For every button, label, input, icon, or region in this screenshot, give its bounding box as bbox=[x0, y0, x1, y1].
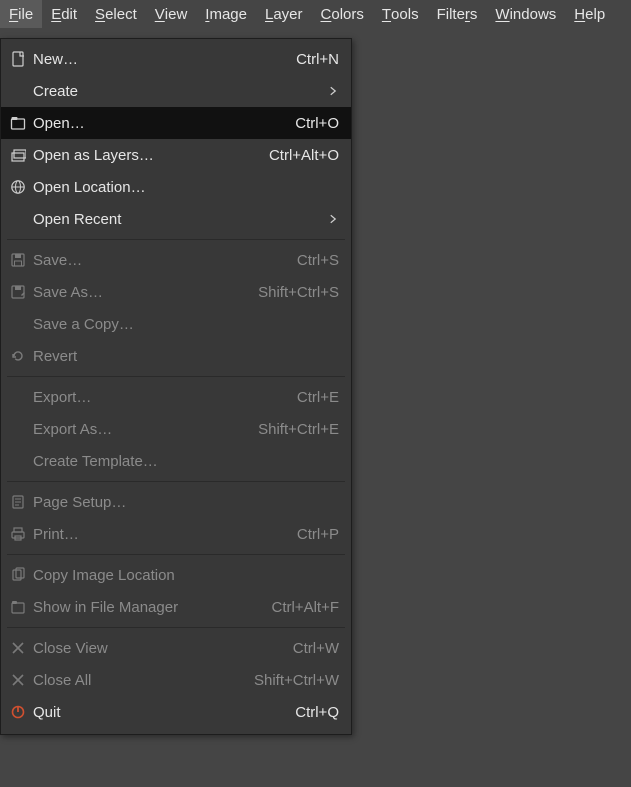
globe-icon bbox=[9, 178, 27, 196]
menubar-item-select[interactable]: Select bbox=[86, 0, 146, 28]
open-folder-icon bbox=[9, 114, 27, 132]
menu-item-shortcut: Ctrl+Alt+F bbox=[271, 599, 339, 616]
file-manager-icon bbox=[9, 598, 27, 616]
no-icon bbox=[9, 82, 27, 100]
menu-item-label: Save… bbox=[33, 252, 281, 269]
menu-item-label: Quit bbox=[33, 704, 279, 721]
menu-item-label: Save As… bbox=[33, 284, 242, 301]
menu-item-new[interactable]: New… Ctrl+N bbox=[1, 43, 351, 75]
no-icon bbox=[9, 210, 27, 228]
menu-item-save-a-copy: Save a Copy… bbox=[1, 308, 351, 340]
menu-item-label: Revert bbox=[33, 348, 339, 365]
menu-item-label: Close All bbox=[33, 672, 238, 689]
file-menu-popup: New… Ctrl+N Create Open… Ctrl+O Open as Layer… bbox=[0, 38, 352, 735]
menu-item-copy-image-location: Copy Image Location bbox=[1, 559, 351, 591]
menubar: FileEditSelectViewImageLayerColorsToolsF… bbox=[0, 0, 631, 28]
menu-item-label: Open… bbox=[33, 115, 279, 132]
menubar-item-image[interactable]: Image bbox=[196, 0, 256, 28]
submenu-arrow-icon bbox=[327, 212, 339, 226]
menu-separator bbox=[7, 481, 345, 482]
menubar-item-colors[interactable]: Colors bbox=[312, 0, 373, 28]
save-as-icon bbox=[9, 283, 27, 301]
menu-item-shortcut: Ctrl+E bbox=[297, 389, 339, 406]
menu-item-label: Open Location… bbox=[33, 179, 339, 196]
close-icon bbox=[9, 639, 27, 657]
menu-separator bbox=[7, 554, 345, 555]
revert-icon bbox=[9, 347, 27, 365]
menu-item-label: Export As… bbox=[33, 421, 242, 438]
menubar-item-windows[interactable]: Windows bbox=[486, 0, 565, 28]
menu-item-shortcut: Shift+Ctrl+W bbox=[254, 672, 339, 689]
menu-item-print: Print… Ctrl+P bbox=[1, 518, 351, 550]
no-icon bbox=[9, 388, 27, 406]
save-icon bbox=[9, 251, 27, 269]
menu-item-open[interactable]: Open… Ctrl+O bbox=[1, 107, 351, 139]
menu-item-shortcut: Shift+Ctrl+S bbox=[258, 284, 339, 301]
layers-icon bbox=[9, 146, 27, 164]
menu-item-label: Close View bbox=[33, 640, 277, 657]
menu-item-label: Export… bbox=[33, 389, 281, 406]
menu-item-create[interactable]: Create bbox=[1, 75, 351, 107]
menubar-item-help[interactable]: Help bbox=[565, 0, 614, 28]
menu-item-label: Print… bbox=[33, 526, 281, 543]
print-icon bbox=[9, 525, 27, 543]
menu-item-label: Open as Layers… bbox=[33, 147, 253, 164]
menu-item-page-setup: Page Setup… bbox=[1, 486, 351, 518]
no-icon bbox=[9, 452, 27, 470]
menu-separator bbox=[7, 627, 345, 628]
copy-icon bbox=[9, 566, 27, 584]
menu-item-export: Export… Ctrl+E bbox=[1, 381, 351, 413]
menu-item-shortcut: Ctrl+S bbox=[297, 252, 339, 269]
menu-item-label: Create bbox=[33, 83, 311, 100]
menu-item-close-all: Close All Shift+Ctrl+W bbox=[1, 664, 351, 696]
menu-item-label: Open Recent bbox=[33, 211, 311, 228]
menu-item-label: Save a Copy… bbox=[33, 316, 339, 333]
menu-item-shortcut: Ctrl+Alt+O bbox=[269, 147, 339, 164]
menu-item-shortcut: Ctrl+P bbox=[297, 526, 339, 543]
menu-item-show-in-file-manager: Show in File Manager Ctrl+Alt+F bbox=[1, 591, 351, 623]
menu-item-label: Page Setup… bbox=[33, 494, 339, 511]
menu-item-revert: Revert bbox=[1, 340, 351, 372]
menubar-item-filters[interactable]: Filters bbox=[428, 0, 487, 28]
menu-item-shortcut: Ctrl+W bbox=[293, 640, 339, 657]
no-icon bbox=[9, 420, 27, 438]
menu-item-label: Copy Image Location bbox=[33, 567, 339, 584]
close-icon bbox=[9, 671, 27, 689]
menu-item-label: Show in File Manager bbox=[33, 599, 255, 616]
menu-item-close-view: Close View Ctrl+W bbox=[1, 632, 351, 664]
file-icon bbox=[9, 50, 27, 68]
submenu-arrow-icon bbox=[327, 84, 339, 98]
menu-separator bbox=[7, 376, 345, 377]
menu-item-save-as: Save As… Shift+Ctrl+S bbox=[1, 276, 351, 308]
menu-item-shortcut: Ctrl+Q bbox=[295, 704, 339, 721]
menu-item-open-as-layers[interactable]: Open as Layers… Ctrl+Alt+O bbox=[1, 139, 351, 171]
page-setup-icon bbox=[9, 493, 27, 511]
menu-separator bbox=[7, 239, 345, 240]
menubar-item-tools[interactable]: Tools bbox=[373, 0, 428, 28]
menu-item-create-template: Create Template… bbox=[1, 445, 351, 477]
menubar-item-file[interactable]: File bbox=[0, 0, 42, 28]
menu-item-open-location[interactable]: Open Location… bbox=[1, 171, 351, 203]
menu-item-quit[interactable]: Quit Ctrl+Q bbox=[1, 696, 351, 728]
menu-item-label: New… bbox=[33, 51, 280, 68]
no-icon bbox=[9, 315, 27, 333]
menu-item-open-recent[interactable]: Open Recent bbox=[1, 203, 351, 235]
menubar-item-view[interactable]: View bbox=[146, 0, 197, 28]
quit-icon bbox=[9, 703, 27, 721]
menu-item-shortcut: Shift+Ctrl+E bbox=[258, 421, 339, 438]
menubar-item-layer[interactable]: Layer bbox=[256, 0, 312, 28]
menu-item-save: Save… Ctrl+S bbox=[1, 244, 351, 276]
menu-item-shortcut: Ctrl+O bbox=[295, 115, 339, 132]
menubar-item-edit[interactable]: Edit bbox=[42, 0, 86, 28]
menu-item-shortcut: Ctrl+N bbox=[296, 51, 339, 68]
menu-item-export-as: Export As… Shift+Ctrl+E bbox=[1, 413, 351, 445]
menu-item-label: Create Template… bbox=[33, 453, 339, 470]
